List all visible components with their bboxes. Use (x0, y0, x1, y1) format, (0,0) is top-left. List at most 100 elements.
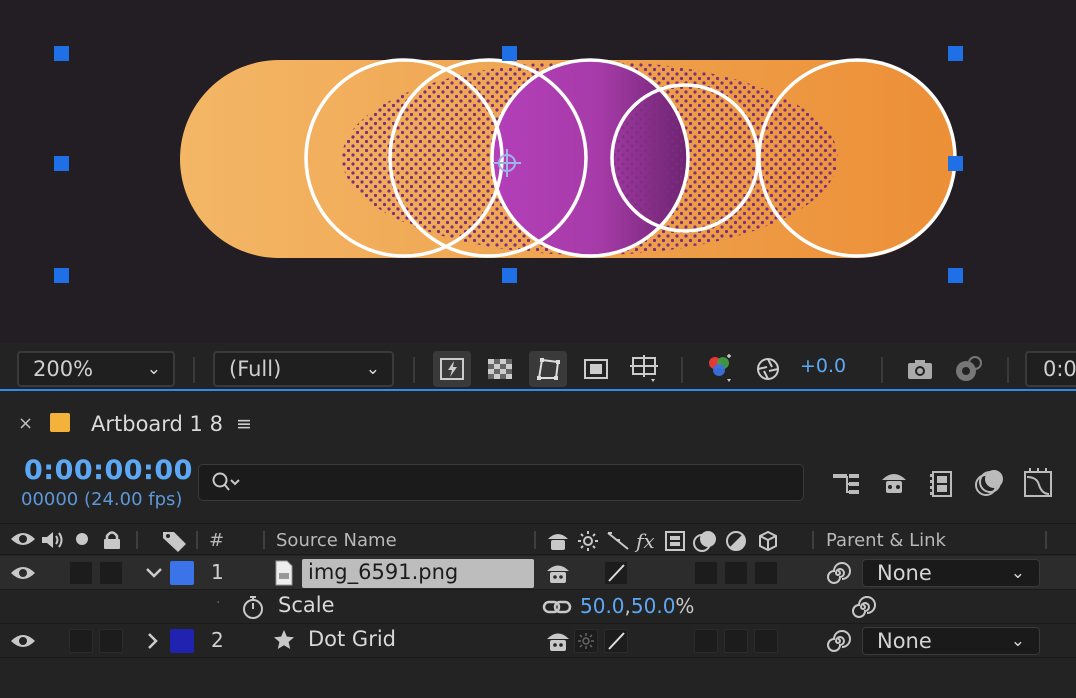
artwork-pill (180, 60, 956, 258)
reset-exposure-button[interactable] (749, 351, 787, 387)
parent-value: None (877, 561, 932, 585)
layer-visibility-eye-icon[interactable] (10, 632, 36, 654)
motion-blur-icon (975, 470, 1003, 496)
take-snapshot-button[interactable] (901, 351, 939, 387)
composition-viewer[interactable] (0, 0, 1076, 343)
layer-name[interactable]: Dot Grid (308, 627, 396, 651)
layer-solo-toggle[interactable] (69, 561, 93, 585)
scale-unit: % (675, 594, 695, 618)
mask-path-visibility-button[interactable] (529, 351, 567, 387)
shape-layer-star-icon (272, 628, 296, 656)
footage-file-icon (274, 560, 294, 590)
motion-blur-switch[interactable] (694, 629, 718, 653)
checkerboard-icon (488, 359, 512, 379)
fast-previews-button[interactable] (433, 351, 471, 387)
pick-whip-spiral-icon[interactable] (850, 595, 876, 623)
motion-blur-button[interactable] (970, 465, 1010, 501)
resolution-value: (Full) (229, 357, 282, 381)
layer-search-input[interactable] (198, 464, 804, 501)
layer-number: 1 (211, 560, 224, 584)
search-icon (211, 471, 243, 498)
video-column-icon[interactable] (10, 530, 36, 553)
handle-top-right (948, 46, 963, 61)
current-time-partial: 0:0 (1043, 357, 1076, 381)
motion-blur-switch[interactable] (694, 561, 718, 585)
mask-path-icon (537, 358, 560, 380)
transparency-grid-button[interactable] (481, 351, 519, 387)
show-snapshot-button[interactable] (949, 351, 987, 387)
panel-menu-icon[interactable]: ≡ (236, 413, 252, 435)
comp-name[interactable]: Artboard 1 8 (91, 412, 223, 436)
region-of-interest-icon (584, 359, 608, 379)
layer-label-color[interactable] (170, 629, 194, 653)
3d-layer-switch[interactable] (754, 561, 778, 585)
current-time-display[interactable]: 0:0 (1025, 351, 1076, 387)
comp-mini-flowchart-button[interactable] (828, 465, 868, 501)
scale-x-value[interactable]: 50.0 (580, 594, 625, 618)
scale-y-value[interactable]: 50.0 (631, 594, 676, 618)
grid-guides-icon (630, 355, 658, 382)
chevron-down-icon: ⌄ (1010, 631, 1025, 651)
chevron-down-icon: ⌄ (1010, 563, 1025, 583)
parent-dropdown[interactable]: None ⌄ (862, 627, 1040, 655)
audio-column-icon[interactable] (40, 530, 66, 555)
handle-bottom-right (948, 268, 963, 283)
artboard-canvas[interactable] (0, 0, 1076, 343)
resolution-dropdown[interactable]: (Full) ⌄ (213, 351, 394, 387)
film-strip-icon (930, 471, 952, 497)
shy-switch-icon[interactable] (545, 561, 571, 589)
toolbar-divider (413, 357, 415, 383)
parent-dropdown[interactable]: None ⌄ (862, 559, 1040, 587)
layer-expand-chevron-down-icon[interactable] (144, 564, 164, 586)
graph-editor-button[interactable] (1018, 465, 1058, 501)
quality-switch[interactable] (604, 561, 628, 585)
toolbar-divider (881, 357, 883, 383)
constrain-proportions-link-icon[interactable] (542, 597, 572, 621)
scale-value[interactable]: 50.0,50.0% (580, 594, 694, 618)
label-column-icon[interactable] (162, 530, 188, 557)
aperture-icon (757, 358, 779, 380)
chevron-down-icon: ⌄ (365, 359, 380, 379)
channel-button[interactable] (701, 351, 739, 387)
lock-column-icon[interactable] (102, 530, 122, 555)
layer-column-headers: # Source Name fx Parent & Link (0, 523, 1076, 555)
layer-expand-chevron-right-icon[interactable] (144, 631, 162, 655)
current-time[interactable]: 0:00:00:00 (24, 455, 193, 486)
solo-column-icon[interactable] (74, 530, 90, 553)
stopwatch-icon[interactable] (240, 594, 266, 624)
handle-bottom-center (502, 268, 517, 283)
layer-solo-toggle[interactable] (69, 629, 93, 653)
rgb-channels-icon (709, 354, 731, 382)
layer-label-color[interactable] (170, 561, 194, 585)
region-of-interest-button[interactable] (577, 351, 615, 387)
adjustment-layer-switch[interactable] (724, 629, 748, 653)
3d-layer-switch[interactable] (754, 629, 778, 653)
property-name: Scale (278, 593, 335, 617)
zoom-dropdown[interactable]: 200% ⌄ (17, 351, 175, 387)
property-indent-dot: · (216, 595, 221, 611)
layer-row-1[interactable]: 1 img_6591.png None ⌄ (0, 556, 1076, 590)
grid-guides-button[interactable] (625, 351, 663, 387)
layer-row-2[interactable]: 2 Dot Grid None ⌄ (0, 624, 1076, 658)
collapse-transformations-switch[interactable] (574, 629, 598, 653)
frame-blending-button[interactable] (922, 465, 962, 501)
exposure-value[interactable]: +0.0 (800, 355, 846, 377)
pick-whip-spiral-icon[interactable] (825, 629, 851, 657)
close-tab-icon[interactable]: × (18, 413, 33, 434)
shy-switch-icon[interactable] (545, 629, 571, 657)
layer-lock-toggle[interactable] (99, 629, 123, 653)
number-column-header: # (209, 530, 225, 551)
source-name-column-header[interactable]: Source Name (276, 530, 397, 551)
property-row-scale[interactable]: · Scale 50.0,50.0% (0, 590, 1076, 624)
parent-link-column-header[interactable]: Parent & Link (826, 530, 946, 551)
quality-switch[interactable] (604, 629, 628, 653)
adjustment-layer-switch[interactable] (724, 561, 748, 585)
timeline-tab[interactable]: × Artboard 1 8 ≡ (0, 393, 1076, 445)
pick-whip-spiral-icon[interactable] (825, 561, 851, 589)
hide-shy-layers-button[interactable] (874, 465, 914, 501)
layer-name-field[interactable]: img_6591.png (302, 559, 534, 588)
layer-visibility-eye-icon[interactable] (10, 564, 36, 586)
show-snapshot-icon (956, 356, 982, 381)
layer-lock-toggle[interactable] (99, 561, 123, 585)
switches-column-icons: fx (546, 529, 786, 558)
